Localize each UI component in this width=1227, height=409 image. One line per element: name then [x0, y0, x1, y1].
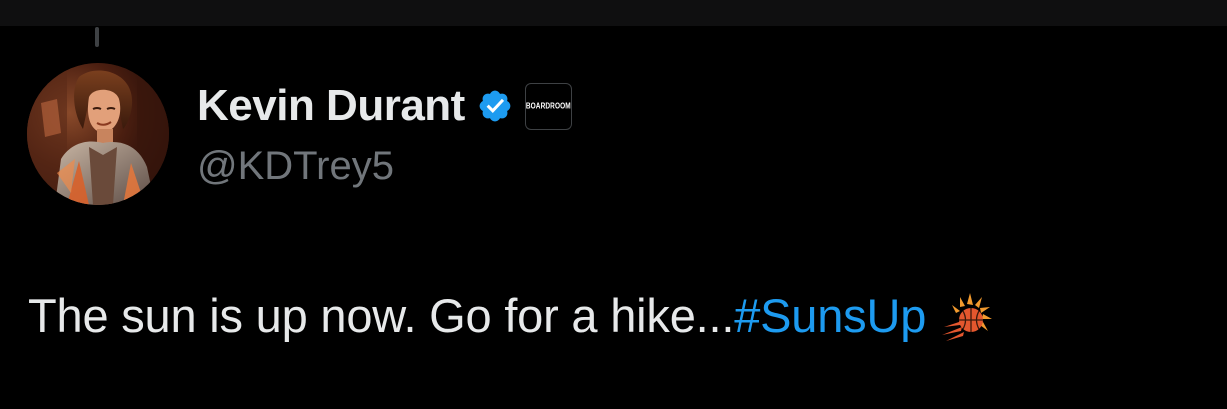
affiliate-badge-label: BOARDROOM	[525, 101, 571, 111]
verified-badge-icon[interactable]	[477, 88, 513, 124]
author-handle[interactable]: @KDTrey5	[197, 144, 394, 189]
avatar-image	[27, 63, 169, 205]
tweet-body: The sun is up now. Go for a hike...	[28, 289, 735, 342]
hashtag-link[interactable]: #SunsUp	[734, 288, 926, 343]
suns-logo-icon	[940, 291, 994, 345]
top-bar	[0, 0, 1227, 26]
author-name-row: Kevin Durant BOARDROOM	[197, 80, 572, 132]
tweet-text: The sun is up now. Go for a hike... #Sun…	[28, 288, 994, 343]
thread-connector-line	[95, 27, 99, 47]
avatar[interactable]	[27, 63, 169, 205]
author-display-name[interactable]: Kevin Durant	[197, 81, 465, 131]
affiliate-badge[interactable]: BOARDROOM	[524, 82, 572, 130]
